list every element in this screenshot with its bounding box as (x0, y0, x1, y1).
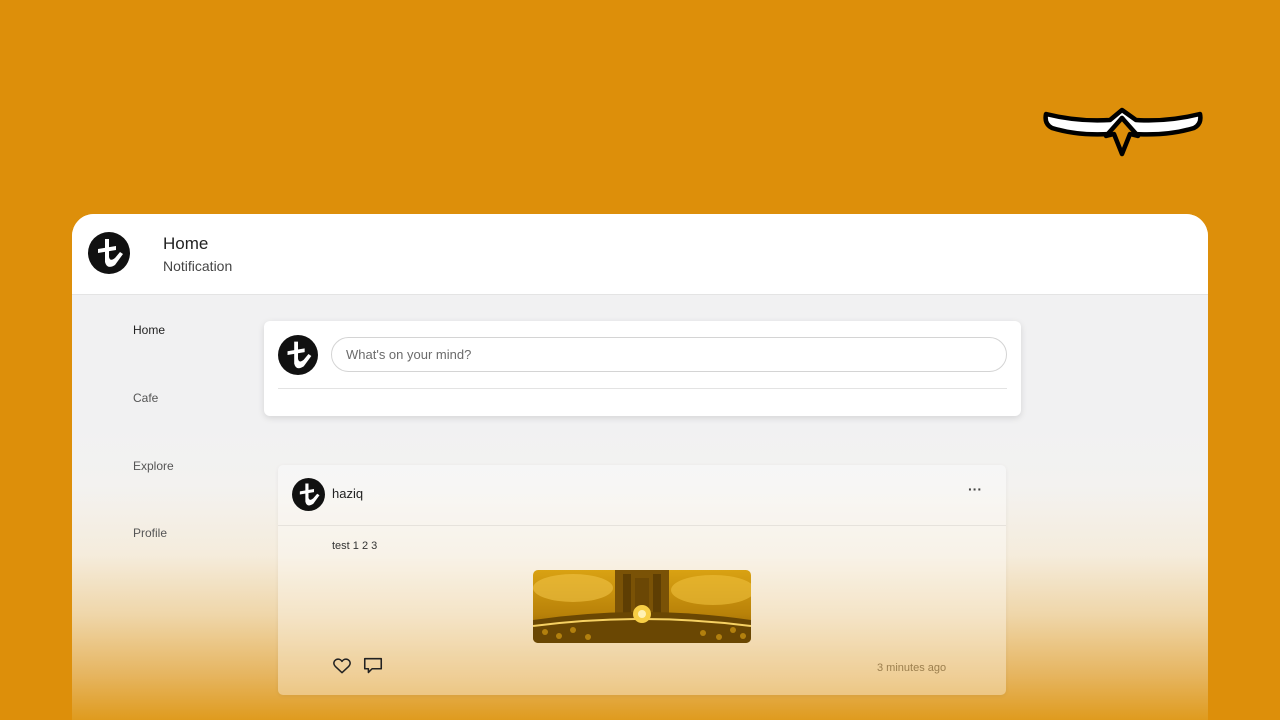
top-header: Home Notification (72, 214, 1208, 295)
header-home-link[interactable]: Home (163, 233, 232, 255)
comment-icon[interactable] (362, 655, 384, 677)
post-header: haziq ··· (278, 465, 1006, 526)
sidebar-item-home[interactable]: Home (133, 323, 165, 337)
sidebar-item-profile[interactable]: Profile (133, 526, 167, 540)
more-horizontal-icon[interactable]: ··· (968, 481, 982, 497)
post-text: test 1 2 3 (332, 540, 378, 552)
post-card: haziq ··· test 1 2 3 3 minutes ago (278, 465, 1006, 695)
brand-emblem-icon (1043, 107, 1203, 157)
composer-input[interactable] (331, 337, 1007, 372)
post-image[interactable] (533, 570, 751, 643)
main-content: Home Cafe Explore Profile haziq (72, 295, 1208, 720)
app-window: Home Notification Home Cafe Explore Prof… (72, 214, 1208, 720)
post-author-avatar[interactable] (292, 478, 325, 511)
header-nav: Home Notification (163, 233, 232, 276)
heart-icon[interactable] (332, 656, 352, 676)
app-logo-icon[interactable] (88, 232, 130, 274)
post-username[interactable]: haziq (332, 486, 363, 501)
sidebar-item-explore[interactable]: Explore (133, 459, 174, 473)
user-avatar (278, 335, 318, 375)
post-composer (264, 321, 1021, 416)
sidebar-item-cafe[interactable]: Cafe (133, 391, 158, 405)
header-notification-link[interactable]: Notification (163, 256, 232, 276)
composer-divider (278, 388, 1007, 389)
post-timestamp: 3 minutes ago (877, 662, 947, 674)
